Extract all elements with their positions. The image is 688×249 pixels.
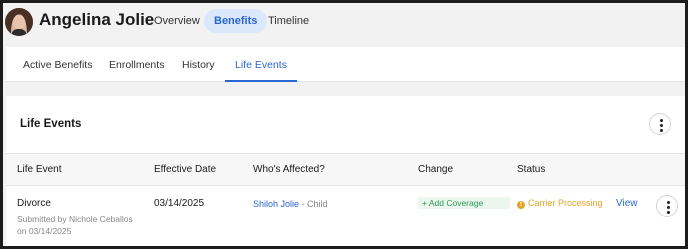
affected-person: Shiloh Jolie - Child xyxy=(253,199,328,209)
section-menu-button[interactable] xyxy=(649,113,671,135)
status-text: Carrier Processing xyxy=(528,198,603,208)
row-menu-button[interactable] xyxy=(656,195,678,217)
avatar xyxy=(5,8,33,36)
nav-overview[interactable]: Overview xyxy=(144,9,210,33)
app-window: Angelina Jolie Overview Benefits Timelin… xyxy=(3,3,685,246)
section-title: Life Events xyxy=(20,118,82,130)
effective-date: 03/14/2025 xyxy=(154,198,205,209)
more-vertical-icon-dot xyxy=(659,123,663,127)
profile-header: Angelina Jolie Overview Benefits Timelin… xyxy=(3,3,685,43)
table-header: Life Event Effective Date Who's Affected… xyxy=(6,153,685,186)
more-vertical-icon xyxy=(666,200,670,204)
benefits-tabs: Active Benefits Enrollments History Life… xyxy=(6,47,685,82)
submitted-by-line: Submitted by Nichole Ceballos xyxy=(17,214,133,224)
more-vertical-icon-dot xyxy=(666,205,670,209)
status-badge: ! Carrier Processing xyxy=(517,198,603,209)
warning-circle-icon: ! xyxy=(517,201,525,209)
table-row: Divorce Submitted by Nichole Ceballos on… xyxy=(6,186,685,246)
column-whos-affected: Who's Affected? xyxy=(253,164,325,175)
change-badge: + Add Coverage xyxy=(418,197,510,209)
view-link[interactable]: View xyxy=(616,198,638,209)
more-vertical-icon-dot xyxy=(659,128,663,132)
column-change: Change xyxy=(418,164,454,175)
tab-life-events[interactable]: Life Events xyxy=(225,47,297,82)
avatar-photo xyxy=(5,8,33,36)
life-event-name: Divorce xyxy=(17,198,51,209)
more-vertical-icon-dot xyxy=(666,210,670,214)
tab-enrollments[interactable]: Enrollments xyxy=(99,47,174,82)
life-events-card: Life Events Life Event Effective Date Wh… xyxy=(6,96,685,246)
nav-timeline[interactable]: Timeline xyxy=(258,9,319,33)
person-name: Angelina Jolie xyxy=(39,10,155,29)
tab-history[interactable]: History xyxy=(172,47,225,82)
affected-relation: - Child xyxy=(301,199,328,209)
column-status: Status xyxy=(517,164,546,175)
column-effective-date: Effective Date xyxy=(154,164,217,175)
affected-person-link[interactable]: Shiloh Jolie xyxy=(253,199,299,209)
tab-active-benefits[interactable]: Active Benefits xyxy=(13,47,102,82)
submitted-by: Submitted by Nichole Ceballos on 03/14/2… xyxy=(17,213,133,237)
column-life-event: Life Event xyxy=(17,164,62,175)
submitted-on-line: on 03/14/2025 xyxy=(17,226,72,236)
more-vertical-icon xyxy=(659,118,663,122)
